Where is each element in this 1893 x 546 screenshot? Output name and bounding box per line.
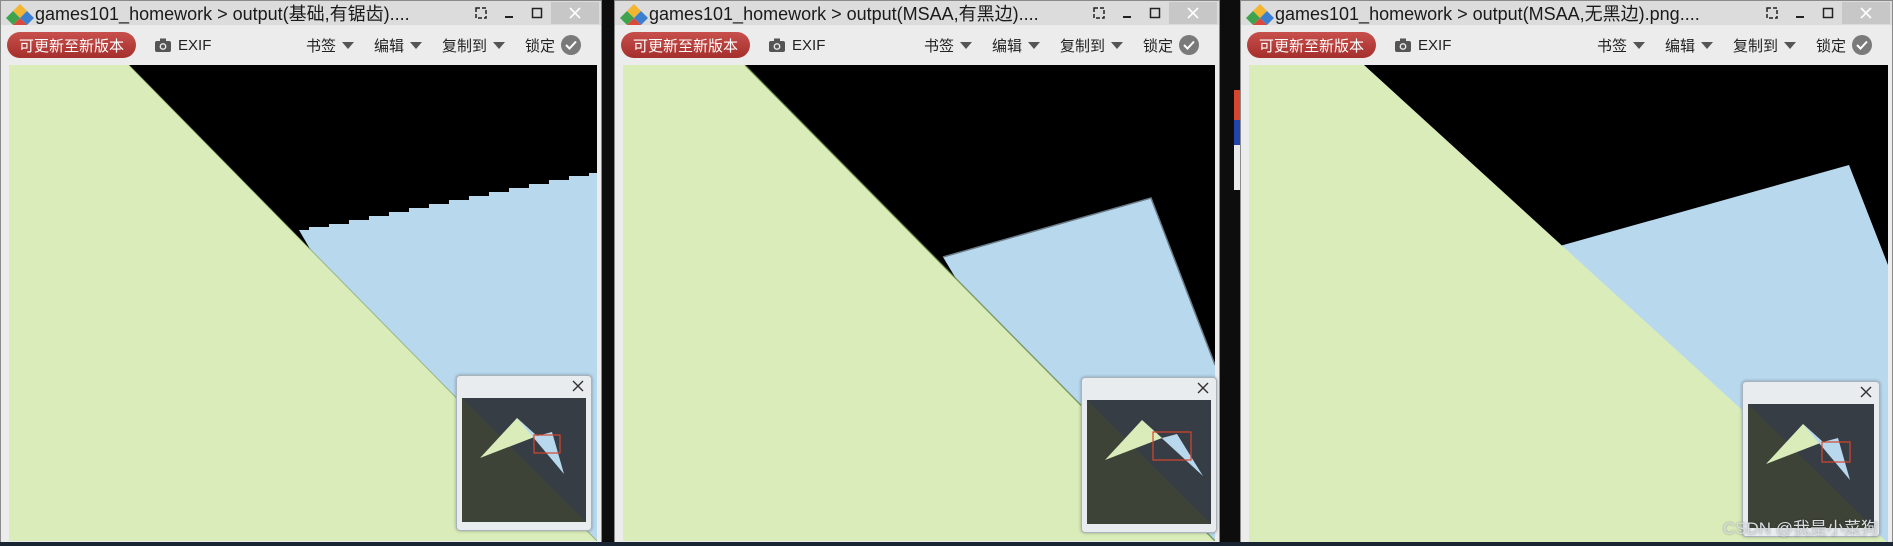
- watermark: CSDN @我是小菜狗: [1722, 519, 1878, 538]
- bookmark-menu[interactable]: 书签: [306, 35, 354, 56]
- lock-label: 锁定: [1142, 37, 1173, 55]
- desktop: games101_homework > output(基础,有锯齿).... 可…: [0, 0, 1893, 546]
- chevron-down-icon: [1632, 41, 1645, 49]
- title-bar[interactable]: games101_homework > output(MSAA,有黑边)....: [615, 1, 1219, 25]
- exif-label: EXIF: [178, 36, 212, 54]
- chevron-down-icon: [1700, 41, 1713, 49]
- close-icon: [1860, 7, 1872, 19]
- copy-to-label: 复制到: [1059, 37, 1105, 55]
- check-icon: [1852, 35, 1872, 55]
- taskbar-strip: [0, 542, 1893, 546]
- close-button[interactable]: [551, 2, 599, 24]
- exif-button[interactable]: EXIF: [768, 37, 825, 54]
- copy-to-label: 复制到: [1732, 37, 1778, 55]
- close-icon[interactable]: [571, 379, 585, 393]
- exif-label: EXIF: [1418, 36, 1452, 54]
- lock-label: 锁定: [1815, 37, 1846, 55]
- bookmark-label: 书签: [923, 37, 954, 55]
- lock-toggle[interactable]: 锁定: [1816, 35, 1872, 56]
- chevron-down-icon: [1027, 41, 1040, 49]
- chevron-down-icon: [492, 41, 505, 49]
- toolbar: 可更新至新版本 EXIF 书签 编辑 复制到 锁定: [1241, 25, 1892, 65]
- lock-label: 锁定: [524, 37, 555, 55]
- close-icon[interactable]: [1859, 385, 1873, 399]
- edit-label: 编辑: [1664, 37, 1695, 55]
- check-icon: [1179, 35, 1199, 55]
- close-icon: [1187, 7, 1199, 19]
- update-button[interactable]: 可更新至新版本: [621, 32, 751, 58]
- exif-label: EXIF: [792, 36, 826, 54]
- chevron-down-icon: [409, 41, 422, 49]
- close-icon[interactable]: [1196, 381, 1210, 395]
- fullscreen-icon[interactable]: [467, 1, 495, 25]
- minimize-button[interactable]: [495, 1, 523, 25]
- lock-toggle[interactable]: 锁定: [525, 35, 581, 56]
- title-bar[interactable]: games101_homework > output(基础,有锯齿)....: [1, 1, 601, 25]
- maximize-button[interactable]: [1814, 1, 1842, 25]
- minimize-button[interactable]: [1113, 1, 1141, 25]
- toolbar: 可更新至新版本 EXIF 书签 编辑 复制到 锁定: [1, 25, 601, 65]
- lock-toggle[interactable]: 锁定: [1143, 35, 1199, 56]
- bookmark-menu[interactable]: 书签: [1597, 35, 1645, 56]
- window-title: games101_homework > output(MSAA,无黑边).png…: [1275, 4, 1700, 24]
- navigator-thumbnail[interactable]: [1748, 404, 1874, 528]
- navigator-thumbnail[interactable]: [462, 398, 586, 522]
- camera-icon: [1395, 38, 1412, 52]
- image-viewer-window-1: games101_homework > output(基础,有锯齿).... 可…: [0, 0, 602, 546]
- edit-label: 编辑: [373, 37, 404, 55]
- copy-to-menu[interactable]: 复制到: [1733, 35, 1796, 56]
- edit-label: 编辑: [991, 37, 1022, 55]
- bookmark-label: 书签: [1596, 37, 1627, 55]
- camera-icon: [155, 38, 172, 52]
- camera-icon: [769, 38, 786, 52]
- chevron-down-icon: [341, 41, 354, 49]
- app-icon: [1241, 1, 1275, 25]
- minimize-button[interactable]: [1786, 1, 1814, 25]
- image-viewer-window-2: games101_homework > output(MSAA,有黑边)....…: [614, 0, 1220, 546]
- chevron-down-icon: [1783, 41, 1796, 49]
- fullscreen-icon[interactable]: [1085, 1, 1113, 25]
- navigator-panel: [1081, 377, 1217, 533]
- exif-button[interactable]: EXIF: [1394, 37, 1451, 54]
- copy-to-menu[interactable]: 复制到: [1060, 35, 1123, 56]
- close-icon: [569, 7, 581, 19]
- toolbar: 可更新至新版本 EXIF 书签 编辑 复制到 锁定: [615, 25, 1219, 65]
- close-button[interactable]: [1169, 2, 1217, 24]
- window-title: games101_homework > output(基础,有锯齿)....: [35, 4, 410, 24]
- update-button[interactable]: 可更新至新版本: [7, 32, 137, 58]
- maximize-button[interactable]: [1141, 1, 1169, 25]
- bookmark-label: 书签: [305, 37, 336, 55]
- close-button[interactable]: [1842, 2, 1890, 24]
- edit-menu[interactable]: 编辑: [1665, 35, 1713, 56]
- navigator-panel: [456, 375, 592, 531]
- window-title: games101_homework > output(MSAA,有黑边)....: [649, 4, 1039, 24]
- chevron-down-icon: [959, 41, 972, 49]
- copy-to-menu[interactable]: 复制到: [442, 35, 505, 56]
- chevron-down-icon: [1110, 41, 1123, 49]
- check-icon: [561, 35, 581, 55]
- maximize-button[interactable]: [523, 1, 551, 25]
- edit-menu[interactable]: 编辑: [992, 35, 1040, 56]
- update-button[interactable]: 可更新至新版本: [1247, 32, 1377, 58]
- image-viewer-window-3: games101_homework > output(MSAA,无黑边).png…: [1240, 0, 1893, 546]
- title-bar[interactable]: games101_homework > output(MSAA,无黑边).png…: [1241, 1, 1892, 25]
- navigator-thumbnail[interactable]: [1087, 400, 1211, 524]
- bookmark-menu[interactable]: 书签: [924, 35, 972, 56]
- exif-button[interactable]: EXIF: [154, 37, 211, 54]
- app-icon: [615, 1, 649, 25]
- fullscreen-icon[interactable]: [1758, 1, 1786, 25]
- app-icon: [1, 1, 35, 25]
- edit-menu[interactable]: 编辑: [374, 35, 422, 56]
- copy-to-label: 复制到: [441, 37, 487, 55]
